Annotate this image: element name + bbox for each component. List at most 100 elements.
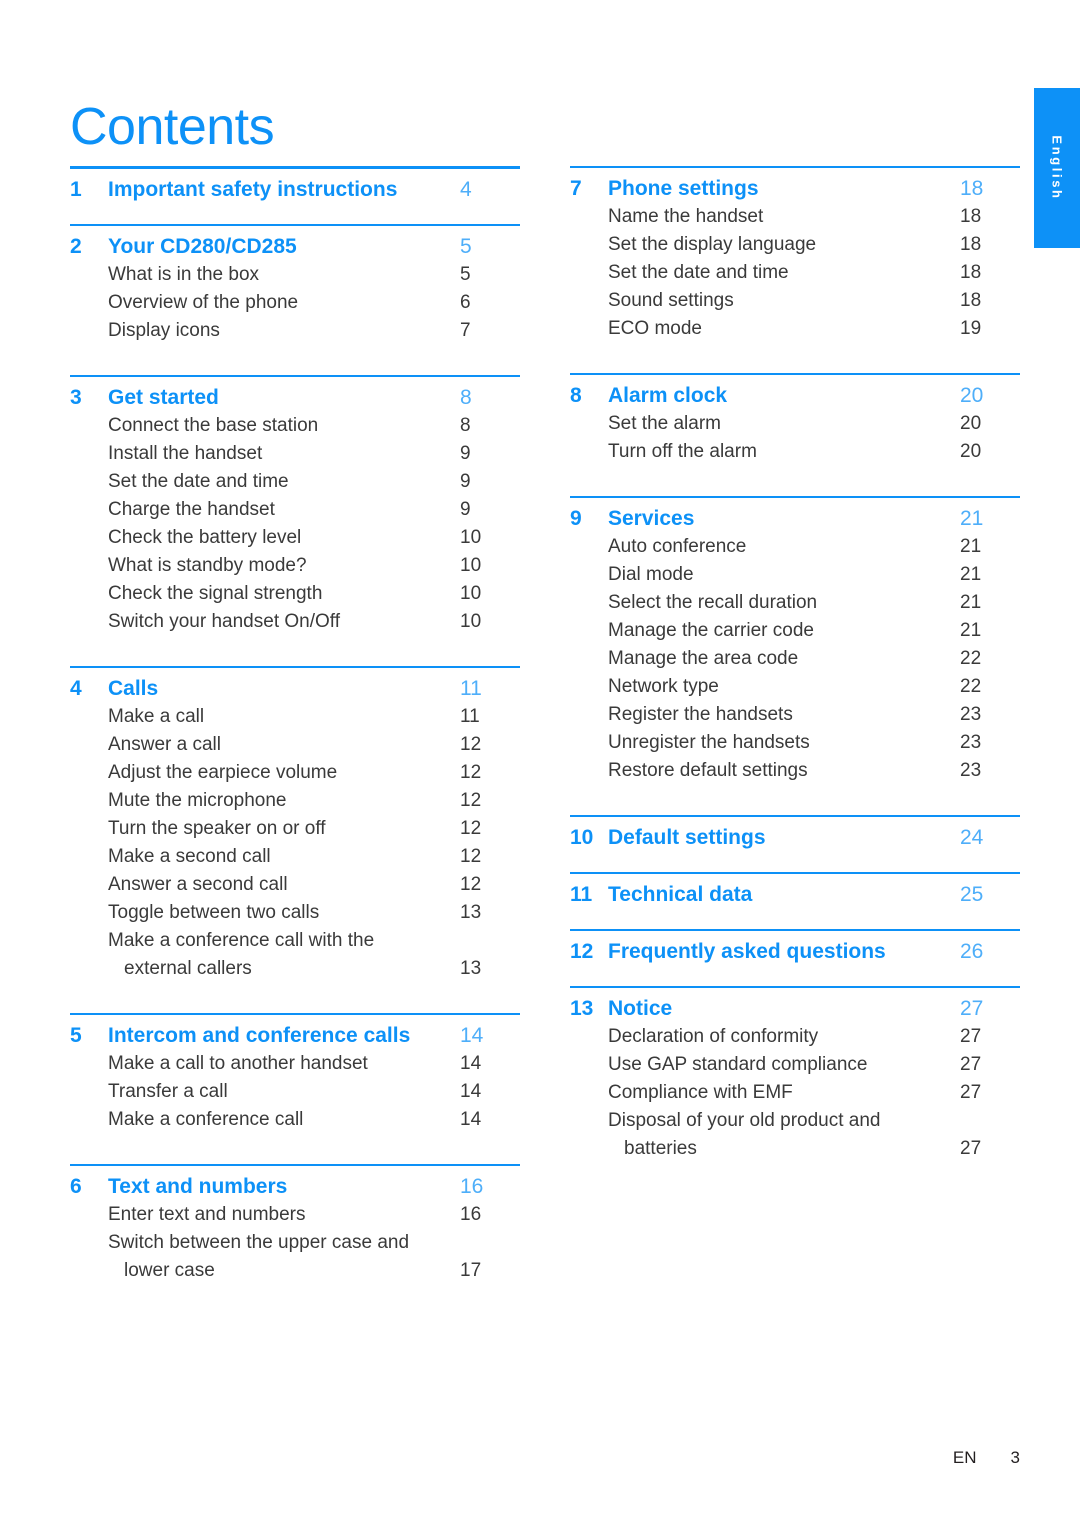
toc-entry[interactable]: Connect the base station 8 bbox=[70, 412, 520, 440]
toc-entry-page-number: 12 bbox=[460, 790, 482, 811]
section-heading[interactable]: 11 Technical data 25 bbox=[570, 874, 1020, 907]
toc-entry[interactable]: Name the handset 18 bbox=[570, 203, 1020, 231]
toc-entry-label: Use GAP standard compliance bbox=[608, 1054, 868, 1075]
toc-entry-label: Install the handset bbox=[108, 443, 263, 464]
language-tab: English bbox=[1034, 88, 1080, 248]
toc-section: 10 Default settings 24 bbox=[570, 815, 1020, 850]
section-title: Text and numbers bbox=[108, 1175, 288, 1198]
section-heading[interactable]: 8 Alarm clock 20 bbox=[570, 375, 1020, 408]
toc-entry[interactable]: Sound settings 18 bbox=[570, 287, 1020, 315]
toc-entry[interactable]: Set the alarm 20 bbox=[570, 410, 1020, 438]
toc-entry[interactable]: Adjust the earpiece volume 12 bbox=[70, 759, 520, 787]
toc-entry[interactable]: Check the battery level 10 bbox=[70, 524, 520, 552]
toc-entry[interactable]: Compliance with EMF 27 bbox=[570, 1079, 1020, 1107]
toc-entry-label: Mute the microphone bbox=[108, 790, 287, 811]
toc-entry[interactable]: Turn off the alarm 20 bbox=[570, 438, 1020, 466]
toc-entry-page-number: 20 bbox=[960, 413, 982, 434]
toc-section: 9 Services 21 Auto conference 21 Dial mode 21 S… bbox=[570, 496, 1020, 785]
toc-entry[interactable]: Install the handset 9 bbox=[70, 440, 520, 468]
section-heading[interactable]: 10 Default settings 24 bbox=[570, 817, 1020, 850]
toc-entry[interactable]: Manage the area code 22 bbox=[570, 645, 1020, 673]
toc-entry[interactable]: Disposal of your old product and batterie… bbox=[570, 1107, 1020, 1163]
toc-entry[interactable]: What is standby mode? 10 bbox=[70, 552, 520, 580]
section-number: 3 bbox=[70, 386, 82, 409]
section-number: 5 bbox=[70, 1024, 82, 1047]
toc-entry-page-number: 23 bbox=[960, 704, 982, 725]
toc-entry[interactable]: Network type 22 bbox=[570, 673, 1020, 701]
toc-entry[interactable]: Restore default settings 23 bbox=[570, 757, 1020, 785]
section-number: 6 bbox=[70, 1175, 82, 1198]
section-page-number: 27 bbox=[960, 997, 984, 1020]
toc-section: 1 Important safety instructions 4 bbox=[70, 166, 520, 202]
toc-entry[interactable]: Use GAP standard compliance 27 bbox=[570, 1051, 1020, 1079]
toc-entry-label: Manage the area code bbox=[608, 648, 799, 669]
section-heading[interactable]: 6 Text and numbers 16 bbox=[70, 1166, 520, 1199]
toc-entry[interactable]: Check the signal strength 10 bbox=[70, 580, 520, 608]
toc-entry[interactable]: Make a conference call 14 bbox=[70, 1106, 520, 1134]
toc-entry[interactable]: Transfer a call 14 bbox=[70, 1078, 520, 1106]
toc-entry[interactable]: Register the handsets 23 bbox=[570, 701, 1020, 729]
toc-entry[interactable]: Select the recall duration 21 bbox=[570, 589, 1020, 617]
footer-page-number: 3 bbox=[1010, 1448, 1020, 1467]
toc-section: 6 Text and numbers 16 Enter text and number… bbox=[70, 1164, 520, 1285]
toc-entry[interactable]: Toggle between two calls 13 bbox=[70, 899, 520, 927]
toc-entry-page-number: 9 bbox=[460, 443, 471, 464]
toc-entry-label: Sound settings bbox=[608, 290, 734, 311]
toc-entry[interactable]: Set the date and time 9 bbox=[70, 468, 520, 496]
toc-entry[interactable]: Set the display language 18 bbox=[570, 231, 1020, 259]
toc-entry[interactable]: Answer a call 12 bbox=[70, 731, 520, 759]
toc-entry[interactable]: ECO mode 19 bbox=[570, 315, 1020, 343]
toc-entry[interactable]: Turn the speaker on or off 12 bbox=[70, 815, 520, 843]
toc-entry-label: Make a conference call bbox=[108, 1109, 304, 1130]
section-heading[interactable]: 4 Calls 11 bbox=[70, 668, 520, 701]
section-heading[interactable]: 1 Important safety instructions 4 bbox=[70, 169, 520, 202]
section-heading[interactable]: 5 Intercom and conference calls 14 bbox=[70, 1015, 520, 1048]
section-heading[interactable]: 7 Phone settings 18 bbox=[570, 168, 1020, 201]
toc-entry-label: Adjust the earpiece volume bbox=[108, 762, 338, 783]
toc-entry[interactable]: Make a second call 12 bbox=[70, 843, 520, 871]
toc-entry-label: Manage the carrier code bbox=[608, 620, 814, 641]
toc-entry[interactable]: Auto conference 21 bbox=[570, 533, 1020, 561]
toc-entry[interactable]: Mute the microphone 12 bbox=[70, 787, 520, 815]
toc-entry[interactable]: Display icons 7 bbox=[70, 317, 520, 345]
section-number: 9 bbox=[570, 507, 582, 530]
section-number: 1 bbox=[70, 178, 82, 201]
section-title: Your CD280/CD285 bbox=[108, 235, 297, 258]
section-heading[interactable]: 9 Services 21 bbox=[570, 498, 1020, 531]
toc-entry[interactable]: Unregister the handsets 23 bbox=[570, 729, 1020, 757]
toc-entry[interactable]: Charge the handset 9 bbox=[70, 496, 520, 524]
toc-entry[interactable]: Switch your handset On/Off 10 bbox=[70, 608, 520, 636]
toc-entry-label: Answer a second call bbox=[108, 874, 288, 895]
section-heading[interactable]: 2 Your CD280/CD285 5 bbox=[70, 226, 520, 259]
section-title: Services bbox=[608, 507, 695, 530]
toc-entry-label: Auto conference bbox=[608, 536, 747, 557]
toc-entry-label: Make a second call bbox=[108, 846, 271, 867]
toc-entry[interactable]: Manage the carrier code 21 bbox=[570, 617, 1020, 645]
toc-entry-label: What is standby mode? bbox=[108, 555, 307, 576]
toc-entry[interactable]: Switch between the upper case and lower c… bbox=[70, 1229, 520, 1285]
section-page-number: 11 bbox=[460, 677, 482, 700]
toc-entry-page-number: 14 bbox=[460, 1109, 482, 1130]
toc-entry[interactable]: Answer a second call 12 bbox=[70, 871, 520, 899]
toc-entry[interactable]: Make a conference call with the external … bbox=[70, 927, 520, 983]
section-heading[interactable]: 12 Frequently asked questions 26 bbox=[570, 931, 1020, 964]
toc-entry-label: Enter text and numbers bbox=[108, 1204, 306, 1225]
toc-entry-page-number: 10 bbox=[460, 527, 482, 548]
toc-entry[interactable]: Dial mode 21 bbox=[570, 561, 1020, 589]
toc-entry-page-number: 18 bbox=[960, 290, 982, 311]
toc-entry[interactable]: Enter text and numbers 16 bbox=[70, 1201, 520, 1229]
toc-entry[interactable]: Make a call to another handset 14 bbox=[70, 1050, 520, 1078]
section-heading[interactable]: 13 Notice 27 bbox=[570, 988, 1020, 1021]
toc-entry-page-number: 13 bbox=[460, 958, 482, 979]
section-heading[interactable]: 3 Get started 8 bbox=[70, 377, 520, 410]
toc-entry[interactable]: What is in the box 5 bbox=[70, 261, 520, 289]
toc-entry[interactable]: Overview of the phone 6 bbox=[70, 289, 520, 317]
toc-entry[interactable]: Set the date and time 18 bbox=[570, 259, 1020, 287]
section-page-number: 4 bbox=[460, 178, 472, 201]
toc-entry[interactable]: Make a call 11 bbox=[70, 703, 520, 731]
toc-entry-label-line2: batteries bbox=[624, 1138, 697, 1159]
section-title: Phone settings bbox=[608, 177, 759, 200]
toc-entry[interactable]: Declaration of conformity 27 bbox=[570, 1023, 1020, 1051]
